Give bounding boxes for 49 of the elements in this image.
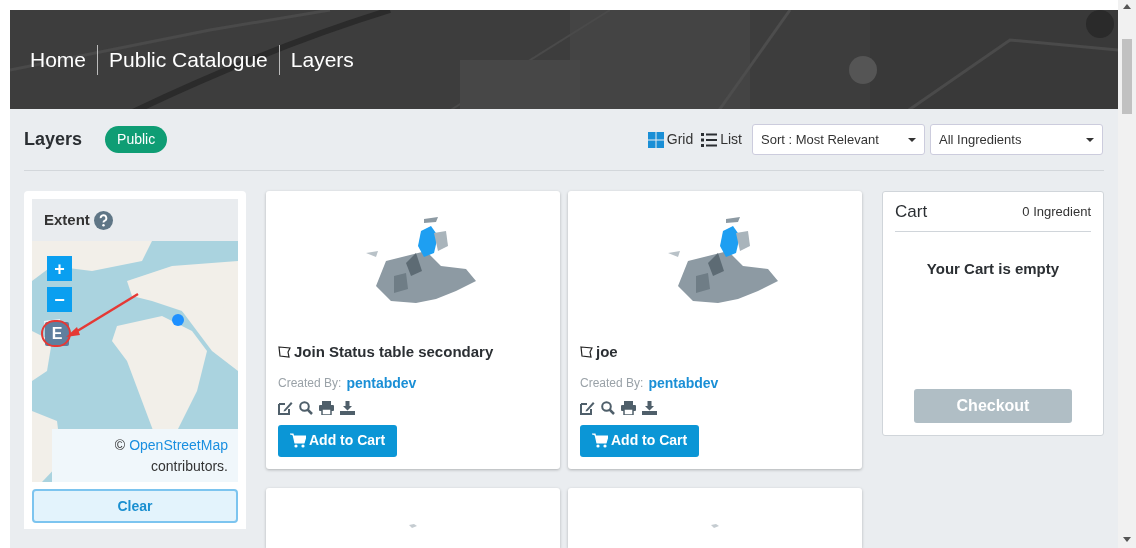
extent-title: Extent: [44, 209, 90, 230]
edit-icon[interactable]: [580, 400, 595, 415]
extent-button[interactable]: E: [45, 322, 69, 346]
layer-title: Join Status table secondary: [294, 342, 494, 362]
cart-title: Cart: [895, 200, 928, 223]
caret-icon: [1086, 137, 1094, 142]
ingredient-dropdown[interactable]: All Ingredients: [930, 124, 1103, 155]
author-link[interactable]: pentabdev: [346, 372, 417, 394]
breadcrumb-link[interactable]: Layers: [290, 43, 354, 76]
scroll-up-icon[interactable]: [1123, 4, 1131, 9]
list-icon: [701, 132, 718, 147]
empty-cart-message: Your Cart is empty: [925, 259, 1061, 279]
list-view-toggle[interactable]: List: [701, 129, 742, 150]
search-icon[interactable]: [299, 400, 313, 415]
cart-icon: [592, 433, 608, 448]
help-icon: [93, 210, 113, 230]
scroll-thumb[interactable]: [1122, 39, 1132, 114]
grid-view-toggle[interactable]: Grid: [647, 129, 694, 150]
polygon-icon: [278, 346, 291, 359]
layer-title: joe: [596, 342, 618, 362]
created-by-label: Created By:: [580, 375, 644, 392]
breadcrumb-link[interactable]: Public Catalogue: [109, 43, 268, 76]
clear-button[interactable]: Clear: [32, 489, 238, 523]
grid-icon: [647, 131, 664, 148]
cart-icon: [290, 433, 306, 448]
attribution-text: contributors.: [150, 456, 228, 476]
polygon-icon: [580, 346, 593, 359]
zoom-out-button[interactable]: −: [47, 287, 72, 312]
caret-icon: [908, 137, 916, 142]
search-icon[interactable]: [601, 400, 615, 415]
scrollbar[interactable]: [1118, 0, 1136, 548]
created-by-label: Created By:: [278, 375, 342, 392]
author-link[interactable]: pentabdev: [648, 372, 719, 394]
scroll-down-icon[interactable]: [1123, 537, 1131, 542]
attribution-link[interactable]: OpenStreetMap: [129, 434, 228, 456]
add-to-cart-button[interactable]: Add to Cart: [278, 424, 398, 457]
download-icon[interactable]: [642, 400, 657, 415]
breadcrumb-link[interactable]: Home: [30, 43, 87, 76]
page-title: Layers: [24, 128, 83, 151]
status-badge: Public: [105, 126, 168, 153]
sort-dropdown[interactable]: Sort : Most Relevant: [752, 124, 925, 155]
edit-icon[interactable]: [278, 400, 293, 415]
print-icon[interactable]: [621, 400, 636, 415]
add-to-cart-button[interactable]: Add to Cart: [580, 424, 700, 457]
cart-count: 0 Ingredient: [1022, 202, 1091, 221]
download-icon[interactable]: [340, 400, 355, 415]
copyright-symbol: ©: [114, 435, 126, 455]
zoom-in-button[interactable]: +: [47, 256, 72, 281]
print-icon[interactable]: [319, 400, 334, 415]
